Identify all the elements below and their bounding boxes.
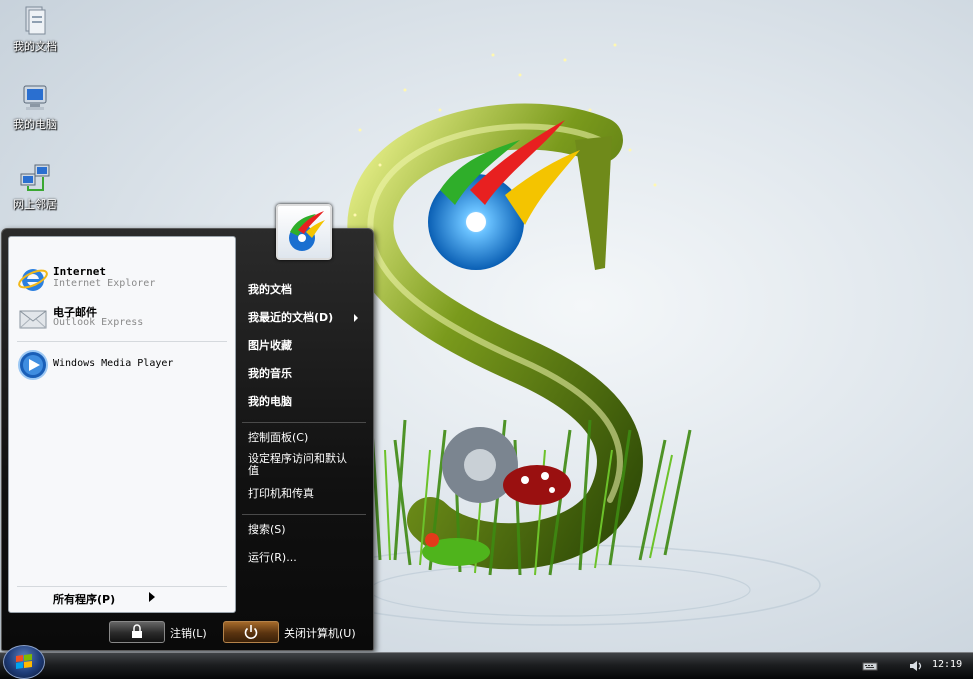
right-item-search[interactable]: 搜索(S): [248, 524, 368, 536]
right-separator: [242, 514, 366, 515]
pinned-subtitle: Outlook Express: [53, 317, 144, 328]
desktop-icon-my-computer[interactable]: 我的电脑: [0, 82, 70, 132]
right-separator: [242, 422, 366, 423]
programs-separator: [17, 341, 227, 342]
right-item-control-panel[interactable]: 控制面板(C): [248, 432, 368, 444]
right-item-my-music[interactable]: 我的音乐: [248, 368, 368, 380]
network-icon: [19, 162, 51, 194]
media-player-icon: [17, 349, 49, 381]
right-item-recent-documents[interactable]: 我最近的文档(D): [248, 312, 368, 324]
user-avatar-icon: [289, 211, 325, 251]
right-item-run[interactable]: 运行(R)...: [248, 552, 368, 564]
pinned-email-outlook-express[interactable]: 电子邮件 Outlook Express: [15, 300, 229, 336]
computer-icon: [19, 82, 51, 114]
all-programs-button[interactable]: 所有程序(P): [15, 587, 229, 609]
right-item-label: 我的文档: [248, 283, 292, 296]
arrow-right-icon: [149, 592, 155, 602]
taskbar: [0, 652, 973, 679]
volume-icon[interactable]: [908, 658, 924, 672]
right-item-label: 控制面板(C): [248, 431, 309, 444]
desktop-icon-network-places[interactable]: 网上邻居: [0, 162, 70, 212]
recent-title: Windows Media Player: [53, 358, 174, 369]
log-off-button[interactable]: [109, 621, 165, 643]
recent-windows-media-player[interactable]: Windows Media Player: [15, 347, 229, 383]
start-menu-programs-pane: Internet Internet Explorer 电子邮件 Outlook …: [8, 236, 236, 613]
right-item-printers-faxes[interactable]: 打印机和传真: [248, 488, 368, 500]
shutdown-button[interactable]: [223, 621, 279, 643]
desktop-icon-label: 我的电脑: [13, 118, 57, 131]
right-item-my-pictures[interactable]: 图片收藏: [248, 340, 368, 352]
desktop-icon-my-documents[interactable]: 我的文档: [0, 4, 70, 54]
lock-icon: [132, 624, 142, 638]
pinned-internet-explorer[interactable]: Internet Internet Explorer: [15, 261, 229, 297]
mail-icon: [17, 302, 49, 334]
internet-explorer-icon: [17, 263, 49, 295]
right-item-label: 我的电脑: [248, 395, 292, 408]
right-item-my-documents[interactable]: 我的文档: [248, 284, 368, 296]
keyboard-icon[interactable]: [862, 658, 878, 672]
right-item-label: 图片收藏: [248, 339, 292, 352]
system-clock[interactable]: 12:19: [932, 659, 962, 670]
all-programs-label: 所有程序(P): [53, 593, 116, 606]
right-item-label: 我最近的文档(D): [248, 311, 334, 324]
right-item-label: 运行(R)...: [248, 551, 297, 564]
right-item-label: 搜索(S): [248, 523, 286, 536]
desktop-icon-label: 网上邻居: [13, 198, 57, 211]
submenu-arrow-icon: [354, 314, 358, 322]
right-item-program-access-defaults[interactable]: 设定程序访问和默认值: [248, 453, 352, 477]
right-item-label: 打印机和传真: [248, 487, 314, 500]
log-off-label[interactable]: 注销(L): [170, 625, 207, 641]
start-button[interactable]: [3, 645, 45, 679]
shutdown-label[interactable]: 关闭计算机(U): [284, 625, 356, 641]
right-item-label: 我的音乐: [248, 367, 292, 380]
desktop-icon-label: 我的文档: [13, 40, 57, 53]
right-item-my-computer[interactable]: 我的电脑: [248, 396, 368, 408]
right-item-label: 设定程序访问和默认值: [248, 452, 347, 477]
pinned-subtitle: Internet Explorer: [53, 278, 156, 289]
power-icon: [244, 625, 258, 640]
user-picture[interactable]: [276, 204, 332, 260]
windows-logo-icon: [16, 654, 32, 669]
documents-folder-icon: [19, 4, 51, 36]
start-menu: Internet Internet Explorer 电子邮件 Outlook …: [1, 228, 374, 651]
pinned-title: Internet: [53, 265, 106, 278]
